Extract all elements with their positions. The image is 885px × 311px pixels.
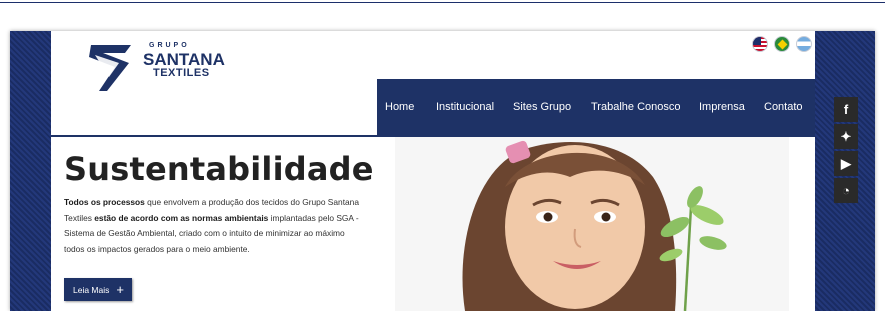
english-flag-icon[interactable]: [752, 36, 768, 52]
nav-item-imprensa[interactable]: Imprensa: [699, 101, 745, 113]
hero-description: Todos os processos que envolvem a produç…: [64, 195, 364, 257]
nav-item-home[interactable]: Home: [385, 101, 414, 113]
nav-item-trabalhe-conosco[interactable]: Trabalhe Conosco: [591, 101, 680, 113]
top-rule: [0, 2, 885, 3]
hero-description-bold-2: estão de acordo com as normas ambientais: [94, 212, 269, 223]
portuguese-flag-icon[interactable]: [774, 36, 790, 52]
plus-icon: +: [116, 282, 124, 297]
language-switcher: [752, 36, 812, 52]
hero-text-panel: Sustentabilidade Todos os processos que …: [51, 137, 374, 311]
nav-item-contato[interactable]: Contato: [764, 101, 803, 113]
main-nav: Home Institucional Sites Grupo Trabalhe …: [377, 79, 815, 137]
social-links: f ✦ ▶ ◔: [834, 97, 858, 203]
logo[interactable]: GRUPO SANTANA TEXTILES: [85, 41, 225, 93]
logo-grupo-text: GRUPO: [149, 42, 190, 49]
logo-mark-icon: [89, 45, 131, 91]
nav-item-institucional[interactable]: Institucional: [436, 101, 494, 113]
spanish-flag-icon[interactable]: [796, 36, 812, 52]
logo-sub-text: TEXTILES: [153, 67, 210, 79]
youtube-icon[interactable]: ▶: [834, 151, 858, 176]
girl-with-plant-illustration: [395, 137, 789, 311]
hero-image: [395, 137, 789, 311]
rss-icon[interactable]: ◔: [834, 178, 858, 203]
read-more-button[interactable]: Leia Mais +: [64, 278, 132, 301]
read-more-label: Leia Mais: [73, 284, 110, 295]
hero-description-bold-1: Todos os processos: [64, 197, 145, 207]
twitter-icon[interactable]: ✦: [834, 124, 858, 149]
nav-item-sites-grupo[interactable]: Sites Grupo: [513, 101, 571, 113]
page-title: Sustentabilidade: [64, 150, 374, 188]
facebook-icon[interactable]: f: [834, 97, 858, 122]
background-pattern-left: [10, 31, 51, 311]
page-container: GRUPO SANTANA TEXTILES Home Instituciona…: [51, 31, 815, 311]
